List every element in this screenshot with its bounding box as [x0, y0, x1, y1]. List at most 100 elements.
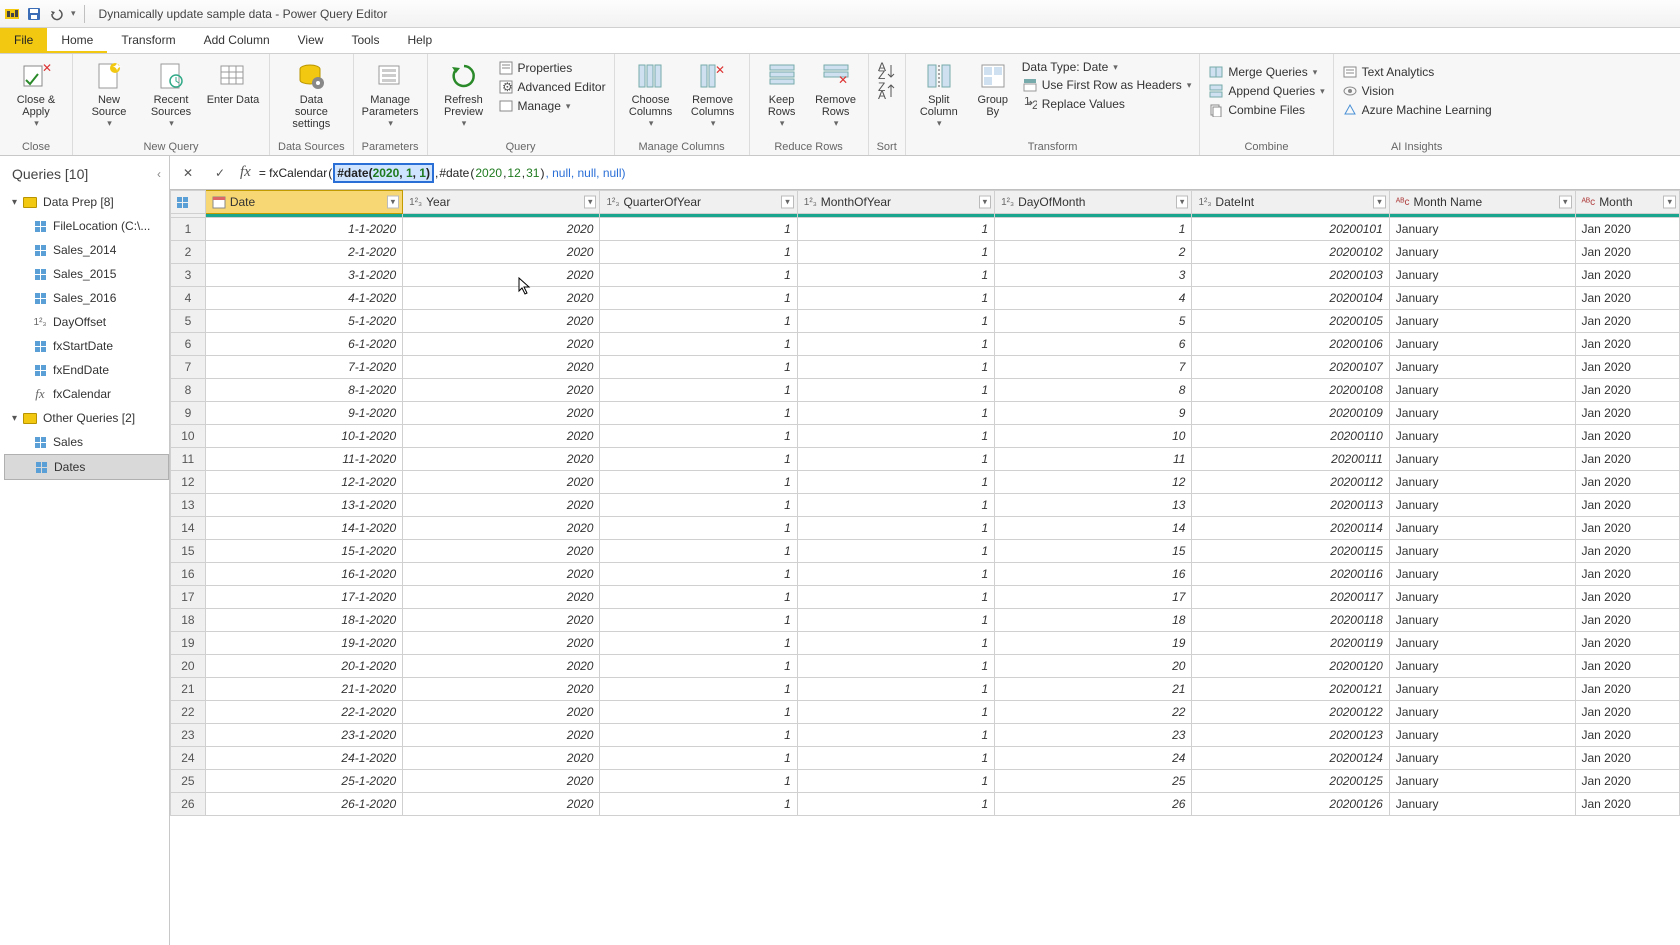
cell[interactable]: 2020	[403, 310, 600, 333]
tab-help[interactable]: Help	[393, 28, 446, 53]
new-source-button[interactable]: ✦ New Source▾	[81, 58, 137, 129]
column-header[interactable]: ᴬᴮcMonth Name▾	[1389, 191, 1575, 214]
cell[interactable]: 2020	[403, 701, 600, 724]
cell[interactable]: January	[1389, 563, 1575, 586]
cell[interactable]: 1	[600, 793, 797, 816]
cell[interactable]: 11	[995, 448, 1192, 471]
table-row[interactable]: 44-1-2020202011420200104JanuaryJan 2020	[171, 287, 1680, 310]
row-number[interactable]: 19	[171, 632, 206, 655]
cell[interactable]: Jan 2020	[1575, 770, 1680, 793]
cell[interactable]: January	[1389, 747, 1575, 770]
query-item[interactable]: fxStartDate	[4, 334, 169, 358]
cell[interactable]: 2020	[403, 655, 600, 678]
cell[interactable]: 2020	[403, 379, 600, 402]
cell[interactable]: Jan 2020	[1575, 241, 1680, 264]
cell[interactable]: 20	[995, 655, 1192, 678]
cell[interactable]: Jan 2020	[1575, 678, 1680, 701]
cell[interactable]: January	[1389, 632, 1575, 655]
cell[interactable]: 14-1-2020	[205, 517, 402, 540]
cell[interactable]: Jan 2020	[1575, 471, 1680, 494]
data-source-settings-button[interactable]: Data source settings	[283, 58, 339, 130]
data-grid[interactable]: Date▾1²₃Year▾1²₃QuarterOfYear▾1²₃MonthOf…	[170, 190, 1680, 816]
cell[interactable]: Jan 2020	[1575, 724, 1680, 747]
table-row[interactable]: 1111-1-20202020111120200111JanuaryJan 20…	[171, 448, 1680, 471]
cell[interactable]: 20200118	[1192, 609, 1389, 632]
cell[interactable]: 20200122	[1192, 701, 1389, 724]
query-item[interactable]: Sales_2014	[4, 238, 169, 262]
table-row[interactable]: 55-1-2020202011520200105JanuaryJan 2020	[171, 310, 1680, 333]
table-row[interactable]: 1616-1-20202020111620200116JanuaryJan 20…	[171, 563, 1680, 586]
remove-rows-button[interactable]: ✕ Remove Rows▾	[812, 58, 860, 129]
cell[interactable]: January	[1389, 517, 1575, 540]
cell[interactable]: 1	[797, 471, 994, 494]
cell[interactable]: 1	[797, 264, 994, 287]
query-item[interactable]: Sales	[4, 430, 169, 454]
column-filter-icon[interactable]: ▾	[584, 196, 597, 209]
cell[interactable]: 1	[600, 379, 797, 402]
cell[interactable]: 1	[797, 632, 994, 655]
cell[interactable]: 20200126	[1192, 793, 1389, 816]
vision-button[interactable]: Vision	[1342, 83, 1492, 99]
cell[interactable]: 1	[600, 425, 797, 448]
sort-asc-button[interactable]: AZ	[877, 62, 897, 80]
cell[interactable]: 1	[600, 540, 797, 563]
cell[interactable]: Jan 2020	[1575, 632, 1680, 655]
column-header[interactable]: 1²₃DayOfMonth▾	[995, 191, 1192, 214]
row-number[interactable]: 16	[171, 563, 206, 586]
cell[interactable]: 2020	[403, 517, 600, 540]
column-filter-icon[interactable]: ▾	[1373, 196, 1386, 209]
cell[interactable]: 22-1-2020	[205, 701, 402, 724]
cell[interactable]: 1	[600, 448, 797, 471]
cell[interactable]: 1	[600, 701, 797, 724]
cell[interactable]: January	[1389, 471, 1575, 494]
column-filter-icon[interactable]: ▾	[1663, 196, 1676, 209]
append-queries-button[interactable]: Append Queries▾	[1208, 83, 1324, 99]
cell[interactable]: Jan 2020	[1575, 517, 1680, 540]
cell[interactable]: 20200116	[1192, 563, 1389, 586]
data-type-button[interactable]: Data Type: Date▾	[1022, 60, 1192, 74]
row-number[interactable]: 14	[171, 517, 206, 540]
close-apply-button[interactable]: ✕ Close & Apply▾	[8, 58, 64, 129]
cell[interactable]: 1	[600, 241, 797, 264]
cell[interactable]: 4	[995, 287, 1192, 310]
cell[interactable]: 1	[797, 310, 994, 333]
table-row[interactable]: 2626-1-20202020112620200126JanuaryJan 20…	[171, 793, 1680, 816]
cell[interactable]: 26-1-2020	[205, 793, 402, 816]
recent-sources-button[interactable]: Recent Sources▾	[143, 58, 199, 129]
cell[interactable]: 9-1-2020	[205, 402, 402, 425]
cell[interactable]: 1	[600, 586, 797, 609]
cell[interactable]: 20200103	[1192, 264, 1389, 287]
row-number[interactable]: 8	[171, 379, 206, 402]
row-number[interactable]: 23	[171, 724, 206, 747]
row-number[interactable]: 11	[171, 448, 206, 471]
cell[interactable]: 1	[797, 425, 994, 448]
cell[interactable]: 3	[995, 264, 1192, 287]
cell[interactable]: 16	[995, 563, 1192, 586]
cell[interactable]: 2020	[403, 793, 600, 816]
cell[interactable]: 1	[797, 241, 994, 264]
cell[interactable]: 20200109	[1192, 402, 1389, 425]
query-item[interactable]: FileLocation (C:\...	[4, 214, 169, 238]
row-number[interactable]: 7	[171, 356, 206, 379]
cell[interactable]: 1	[797, 770, 994, 793]
column-header[interactable]: 1²₃MonthOfYear▾	[797, 191, 994, 214]
column-filter-icon[interactable]: ▾	[1176, 196, 1189, 209]
cell[interactable]: 1	[797, 678, 994, 701]
cell[interactable]: 5-1-2020	[205, 310, 402, 333]
cell[interactable]: 20200106	[1192, 333, 1389, 356]
cell[interactable]: 20200102	[1192, 241, 1389, 264]
column-header[interactable]: Date▾	[205, 191, 402, 214]
cell[interactable]: Jan 2020	[1575, 218, 1680, 241]
cell[interactable]: 2020	[403, 218, 600, 241]
table-row[interactable]: 99-1-2020202011920200109JanuaryJan 2020	[171, 402, 1680, 425]
cell[interactable]: January	[1389, 770, 1575, 793]
save-icon[interactable]	[26, 6, 42, 22]
cell[interactable]: 20200112	[1192, 471, 1389, 494]
cell[interactable]: January	[1389, 425, 1575, 448]
cell[interactable]: 1	[600, 770, 797, 793]
cell[interactable]: 19-1-2020	[205, 632, 402, 655]
enter-data-button[interactable]: Enter Data	[205, 58, 261, 106]
cell[interactable]: 2020	[403, 471, 600, 494]
cell[interactable]: 7-1-2020	[205, 356, 402, 379]
formula-input[interactable]: = fxCalendar ( #date(2020, 1, 1) , #date…	[259, 163, 1674, 183]
